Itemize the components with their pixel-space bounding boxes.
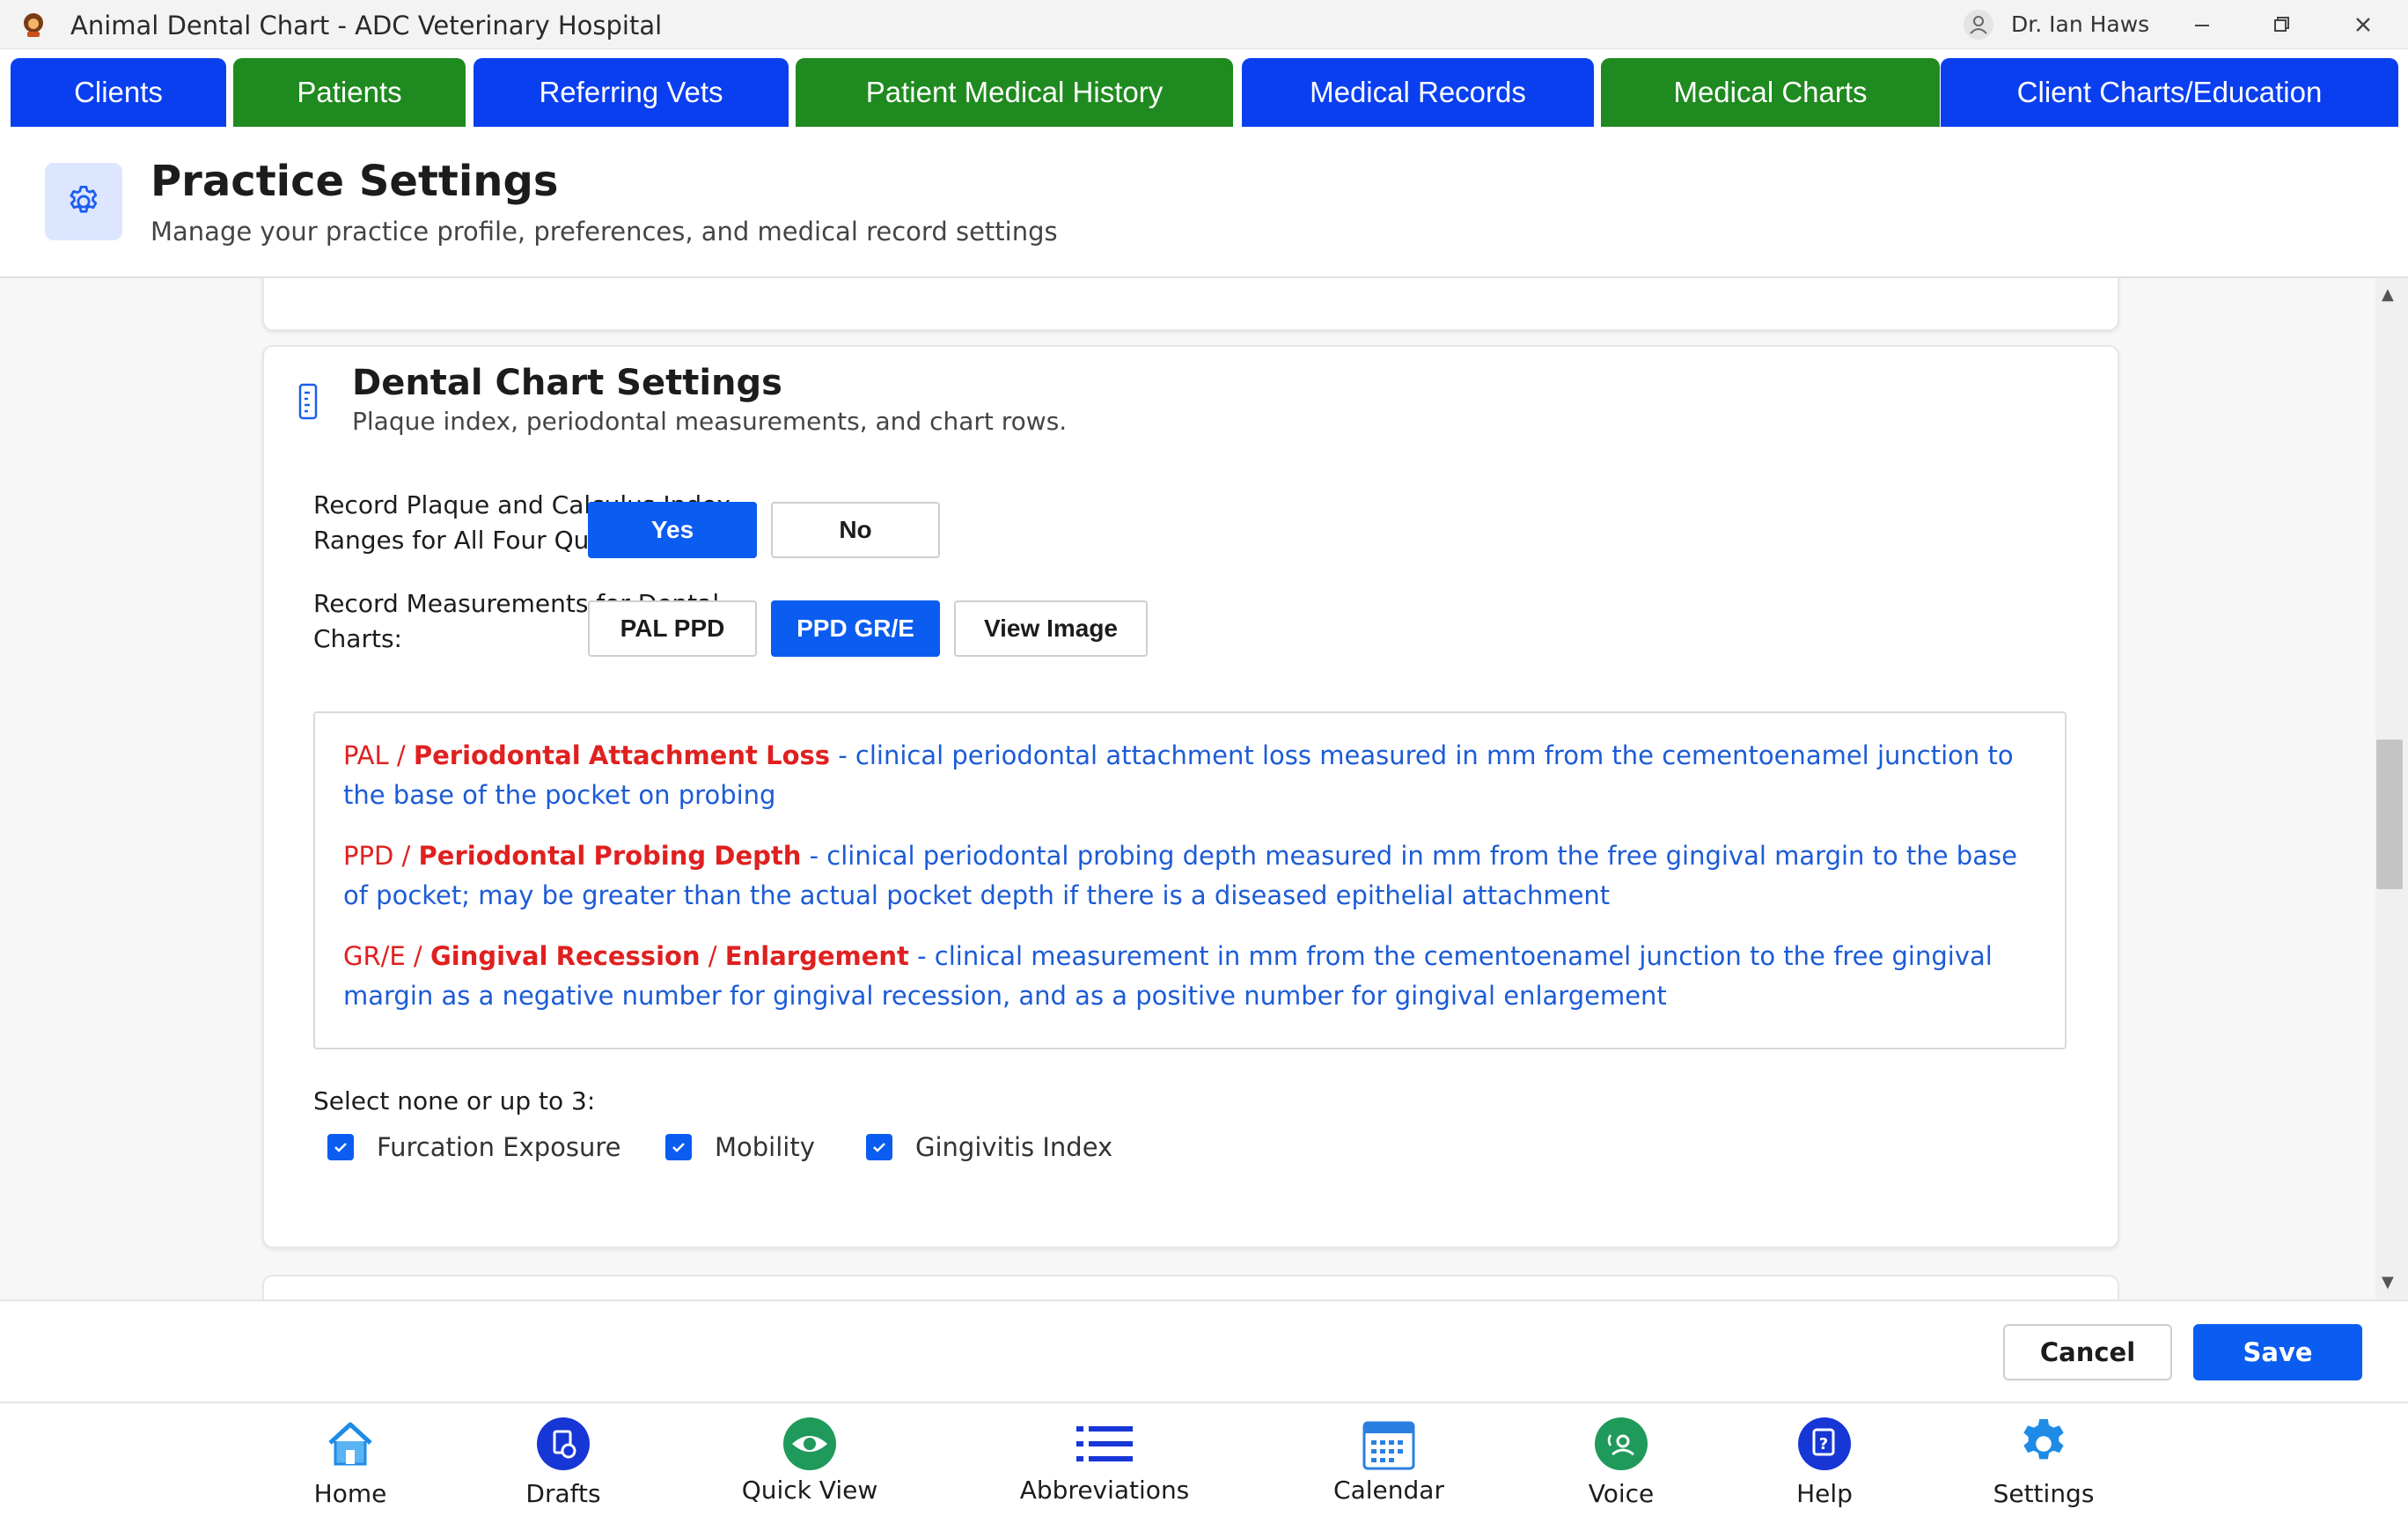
- plaque-yes-button[interactable]: Yes: [588, 502, 757, 558]
- nav-label: Drafts: [525, 1479, 601, 1508]
- window-title: Animal Dental Chart - ADC Veterinary Hos…: [70, 11, 663, 40]
- checkbox-checked[interactable]: [665, 1134, 692, 1160]
- definition-gre: GR/E / Gingival Recession / Enlargement …: [343, 937, 2042, 1016]
- main-tabs: Clients Patients Referring Vets Patient …: [0, 49, 2408, 129]
- user-name[interactable]: Dr. Ian Haws: [2011, 11, 2149, 37]
- nav-home[interactable]: Home: [297, 1403, 403, 1531]
- definition-term: PPD / Periodontal Probing Depth: [343, 841, 802, 871]
- close-icon: [2356, 18, 2370, 32]
- settings-content: Dental Chart Settings Plaque index, peri…: [4, 278, 2375, 1299]
- home-icon: [328, 1422, 372, 1466]
- tab-patient-medical-history[interactable]: Patient Medical History: [796, 58, 1233, 127]
- checkbox-label: Furcation Exposure: [377, 1132, 621, 1162]
- nav-voice[interactable]: Voice: [1568, 1403, 1674, 1531]
- checkbox-label: Mobility: [715, 1132, 815, 1162]
- drafts-icon: [537, 1417, 590, 1470]
- previous-settings-card: [262, 278, 2119, 331]
- settings-gear-icon: [2023, 1419, 2064, 1460]
- tab-referring-vets[interactable]: Referring Vets: [474, 58, 789, 127]
- nav-calendar[interactable]: Calendar: [1310, 1403, 1468, 1531]
- nav-quick-view[interactable]: Quick View: [730, 1403, 889, 1531]
- page-subtitle: Manage your practice profile, preference…: [150, 217, 1058, 247]
- checkbox-mobility[interactable]: Mobility: [665, 1132, 815, 1162]
- user-avatar-icon[interactable]: [1963, 9, 1994, 40]
- nav-drafts[interactable]: Drafts: [510, 1403, 616, 1531]
- tab-clients[interactable]: Clients: [11, 58, 226, 127]
- restore-button[interactable]: [2255, 5, 2308, 44]
- help-icon: ?: [1798, 1417, 1851, 1470]
- checkbox-checked[interactable]: [866, 1134, 892, 1160]
- header-icon-box: [45, 163, 122, 240]
- bottom-navigation: Home Drafts Quick View Abbreviations Cal…: [0, 1402, 2408, 1531]
- nav-abbreviations[interactable]: Abbreviations: [1008, 1403, 1201, 1531]
- scroll-down-arrow-icon[interactable]: ▼: [2382, 1273, 2394, 1292]
- check-icon: [334, 1143, 347, 1152]
- tab-medical-records[interactable]: Medical Records: [1242, 58, 1594, 127]
- minimize-button[interactable]: [2176, 5, 2228, 44]
- title-bar: Animal Dental Chart - ADC Veterinary Hos…: [0, 0, 2408, 49]
- checkbox-checked[interactable]: [327, 1134, 354, 1160]
- svg-text:?: ?: [1819, 1435, 1828, 1454]
- checkbox-furcation-exposure[interactable]: Furcation Exposure: [327, 1132, 621, 1162]
- cancel-button[interactable]: Cancel: [2003, 1324, 2172, 1380]
- restore-icon: [2274, 17, 2289, 32]
- pal-ppd-button[interactable]: PAL PPD: [588, 600, 757, 657]
- ppd-gre-button[interactable]: PPD GR/E: [771, 600, 940, 657]
- nav-label: Help: [1796, 1479, 1853, 1508]
- next-settings-card: [262, 1275, 2119, 1299]
- definition-pal: PAL / Periodontal Attachment Loss - clin…: [343, 736, 2042, 815]
- nav-label: Home: [313, 1479, 387, 1508]
- section-title: Dental Chart Settings: [352, 363, 782, 403]
- definition-ppd: PPD / Periodontal Probing Depth - clinic…: [343, 836, 2042, 916]
- ruler-icon: [298, 383, 318, 420]
- view-image-button[interactable]: View Image: [954, 600, 1148, 657]
- tab-medical-charts[interactable]: Medical Charts: [1601, 58, 1940, 127]
- check-icon: [672, 1143, 685, 1152]
- nav-help[interactable]: ? Help: [1772, 1403, 1877, 1531]
- app-logo-icon: [24, 13, 43, 37]
- page-header: Practice Settings Manage your practice p…: [0, 129, 2408, 278]
- select-limit-label: Select none or up to 3:: [313, 1086, 596, 1115]
- nav-label: Quick View: [741, 1476, 878, 1505]
- minimize-icon: [2195, 25, 2209, 26]
- voice-icon: [1595, 1417, 1648, 1470]
- eye-icon: [783, 1417, 836, 1470]
- close-button[interactable]: [2337, 5, 2390, 44]
- scroll-up-arrow-icon[interactable]: ▲: [2382, 285, 2394, 304]
- gear-icon: [70, 185, 98, 213]
- nav-label: Settings: [1993, 1479, 2095, 1508]
- tab-client-charts-education[interactable]: Client Charts/Education: [1941, 58, 2398, 127]
- checkbox-label: Gingivitis Index: [915, 1132, 1113, 1162]
- scrollbar-thumb[interactable]: [2376, 740, 2403, 889]
- check-icon: [873, 1143, 885, 1152]
- definition-term: GR/E / Gingival Recession / Enlargement: [343, 941, 909, 971]
- nav-label: Voice: [1588, 1479, 1655, 1508]
- section-subtitle: Plaque index, periodontal measurements, …: [352, 407, 1068, 436]
- form-actions: Cancel Save: [0, 1299, 2408, 1402]
- definition-term: PAL / Periodontal Attachment Loss: [343, 740, 831, 770]
- nav-settings[interactable]: Settings: [1991, 1403, 2096, 1531]
- checkbox-gingivitis-index[interactable]: Gingivitis Index: [866, 1132, 1112, 1162]
- dental-chart-settings-card: Dental Chart Settings Plaque index, peri…: [262, 345, 2119, 1248]
- plaque-no-button[interactable]: No: [771, 502, 940, 558]
- page-title: Practice Settings: [150, 157, 559, 206]
- nav-label: Abbreviations: [1019, 1476, 1190, 1505]
- tab-patients[interactable]: Patients: [233, 58, 466, 127]
- definitions-box: PAL / Periodontal Attachment Loss - clin…: [313, 711, 2067, 1049]
- list-icon: [1076, 1426, 1133, 1461]
- nav-label: Calendar: [1333, 1476, 1444, 1505]
- save-button[interactable]: Save: [2193, 1324, 2362, 1380]
- calendar-icon: [1362, 1421, 1415, 1470]
